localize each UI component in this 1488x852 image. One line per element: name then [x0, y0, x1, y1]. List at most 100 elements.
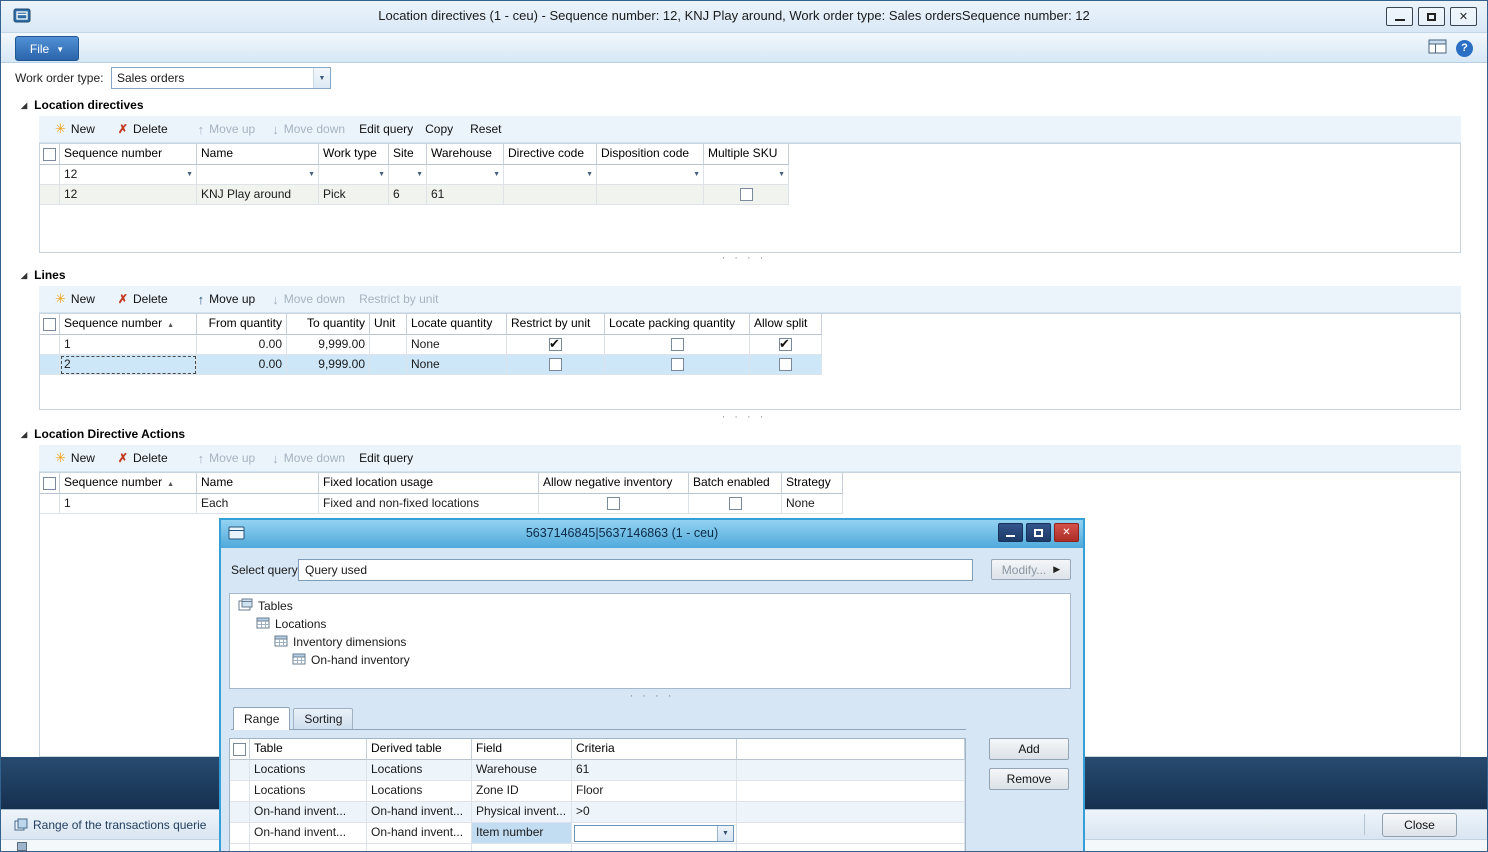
dropdown-icon[interactable]: ▼ — [586, 167, 593, 182]
column-header[interactable]: From quantity — [197, 314, 287, 335]
table-row[interactable]: 1 0.00 9,999.00 None — [40, 335, 822, 355]
select-all-cell[interactable] — [40, 473, 60, 494]
tree-item-locations[interactable]: Locations — [230, 615, 1070, 633]
column-header[interactable]: Sequence number▲ — [60, 314, 197, 335]
reset-button[interactable]: Reset — [470, 122, 501, 136]
move-down-button[interactable]: ↓Move down — [272, 122, 345, 137]
filter-cell[interactable]: ▼ — [597, 165, 704, 185]
move-up-button[interactable]: ↑Move up — [198, 451, 256, 466]
move-up-button[interactable]: ↑Move up — [198, 292, 256, 307]
filter-cell[interactable]: ▼ — [197, 165, 319, 185]
dropdown-icon[interactable]: ▼ — [493, 167, 500, 182]
table-row-selected[interactable]: 2 0.00 9,999.00 None — [40, 355, 822, 375]
help-icon[interactable]: ? — [1456, 40, 1473, 57]
dropdown-icon[interactable]: ▼ — [778, 167, 785, 182]
restrict-by-unit-button[interactable]: Restrict by unit — [359, 292, 438, 306]
delete-button[interactable]: ✗Delete — [118, 292, 168, 306]
column-header[interactable]: Multiple SKU — [704, 144, 789, 165]
select-all-checkbox[interactable] — [43, 477, 56, 490]
close-form-button[interactable]: Close — [1382, 813, 1457, 837]
restrict-by-unit-checkbox[interactable] — [549, 358, 562, 371]
column-header[interactable]: Sequence number — [60, 144, 197, 165]
dropdown-icon[interactable]: ▼ — [313, 68, 330, 88]
restrict-by-unit-checkbox[interactable] — [549, 338, 562, 351]
multiple-sku-checkbox[interactable] — [740, 188, 753, 201]
tab-range[interactable]: Range — [233, 707, 290, 730]
column-header[interactable]: Fixed location usage — [319, 473, 539, 494]
move-down-button[interactable]: ↓Move down — [272, 451, 345, 466]
table-row-active[interactable]: On-hand invent... On-hand invent... Item… — [230, 823, 965, 844]
select-query-input[interactable]: Query used — [298, 559, 973, 581]
close-button[interactable]: ✕ — [1054, 523, 1079, 542]
column-header[interactable]: Disposition code — [597, 144, 704, 165]
file-menu-button[interactable]: File ▼ — [15, 36, 79, 61]
column-header[interactable]: Field — [472, 739, 572, 760]
filter-cell[interactable]: ▼ — [389, 165, 427, 185]
select-all-checkbox[interactable] — [233, 743, 246, 756]
edit-query-button[interactable]: Edit query — [359, 451, 413, 465]
column-header[interactable]: Table — [250, 739, 367, 760]
tree-item-on-hand-inventory[interactable]: On-hand inventory — [230, 651, 1070, 669]
column-header[interactable]: To quantity — [287, 314, 370, 335]
tree-item-tables[interactable]: Tables — [230, 597, 1070, 615]
minimize-button[interactable] — [998, 523, 1023, 542]
select-all-checkbox[interactable] — [43, 148, 56, 161]
new-button[interactable]: ✳New — [55, 450, 95, 466]
batch-enabled-checkbox[interactable] — [729, 497, 742, 510]
dropdown-icon[interactable]: ▼ — [693, 167, 700, 182]
filter-cell-sequence[interactable]: 12▼ — [60, 165, 197, 185]
dropdown-icon[interactable]: ▼ — [416, 167, 423, 182]
section-header-lines[interactable]: ◢ Lines — [21, 266, 66, 284]
move-up-button[interactable]: ↑Move up — [198, 122, 256, 137]
column-header[interactable]: Allow split — [750, 314, 822, 335]
dropdown-icon[interactable]: ▼ — [717, 826, 733, 841]
splitter-handle[interactable] — [221, 693, 1083, 701]
maximize-button[interactable] — [1026, 523, 1051, 542]
column-header[interactable]: Name — [197, 473, 319, 494]
table-row[interactable]: 12 KNJ Play around Pick 6 61 — [40, 185, 789, 205]
table-row[interactable]: 1 Each Fixed and non-fixed locations Non… — [40, 494, 843, 514]
close-button[interactable]: ✕ — [1450, 7, 1477, 26]
filter-cell[interactable]: ▼ — [319, 165, 389, 185]
dropdown-icon[interactable]: ▼ — [308, 167, 315, 182]
edit-query-button[interactable]: Edit query — [359, 122, 413, 136]
select-all-cell[interactable] — [230, 739, 250, 760]
column-header[interactable]: Allow negative inventory — [539, 473, 689, 494]
column-header[interactable]: Locate quantity — [407, 314, 507, 335]
filter-cell[interactable]: ▼ — [427, 165, 504, 185]
copy-button[interactable]: Copy — [425, 122, 453, 136]
delete-button[interactable]: ✗Delete — [118, 451, 168, 465]
allow-split-checkbox[interactable] — [779, 338, 792, 351]
dropdown-icon[interactable]: ▼ — [186, 167, 193, 182]
remove-button[interactable]: Remove — [989, 768, 1069, 790]
filter-cell[interactable]: ▼ — [704, 165, 789, 185]
tree-item-inventory-dimensions[interactable]: Inventory dimensions — [230, 633, 1070, 651]
column-header[interactable]: Locate packing quantity — [605, 314, 750, 335]
column-header[interactable]: Restrict by unit — [507, 314, 605, 335]
locate-packing-quantity-checkbox[interactable] — [671, 358, 684, 371]
work-order-type-select[interactable]: Sales orders ▼ — [111, 67, 331, 89]
select-all-cell[interactable] — [40, 144, 60, 165]
table-row[interactable]: On-hand invent... On-hand invent... Phys… — [230, 802, 965, 823]
minimize-button[interactable] — [1386, 7, 1413, 26]
splitter-handle[interactable] — [1, 414, 1487, 422]
column-header[interactable]: Name — [197, 144, 319, 165]
column-header[interactable]: Criteria — [572, 739, 737, 760]
delete-button[interactable]: ✗Delete — [118, 122, 168, 136]
column-header[interactable]: Work type — [319, 144, 389, 165]
column-header[interactable]: Directive code — [504, 144, 597, 165]
splitter-handle[interactable] — [1, 255, 1487, 263]
column-header[interactable]: Warehouse — [427, 144, 504, 165]
section-header-actions[interactable]: ◢ Location Directive Actions — [21, 425, 185, 443]
column-header[interactable]: Strategy — [782, 473, 843, 494]
table-row[interactable]: Locations Locations Zone ID Floor — [230, 781, 965, 802]
table-row[interactable]: Locations Locations Warehouse 61 — [230, 760, 965, 781]
select-all-cell[interactable] — [40, 314, 60, 335]
filter-cell[interactable]: ▼ — [504, 165, 597, 185]
dropdown-icon[interactable]: ▼ — [378, 167, 385, 182]
column-header[interactable]: Unit — [370, 314, 407, 335]
column-header[interactable]: Site — [389, 144, 427, 165]
allow-negative-inventory-checkbox[interactable] — [607, 497, 620, 510]
allow-split-checkbox[interactable] — [779, 358, 792, 371]
add-button[interactable]: Add — [989, 738, 1069, 760]
